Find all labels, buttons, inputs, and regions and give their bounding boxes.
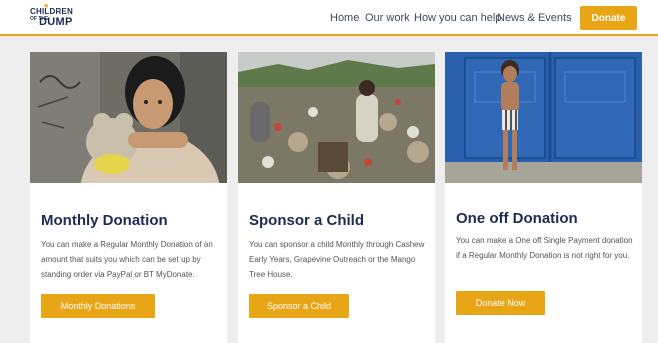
- card-description: You can make a One off Single Payment do…: [456, 236, 633, 260]
- boy-by-blue-door-photo: [445, 52, 642, 183]
- nav-how-you-can-help[interactable]: How you can help: [414, 12, 501, 24]
- nav-news-events[interactable]: News & Events: [497, 12, 572, 24]
- nav-our-work[interactable]: Our work: [365, 12, 410, 24]
- logo-line-1: CHILDREN: [30, 7, 73, 16]
- card-description: You can sponsor a child Monthly through …: [249, 240, 425, 279]
- card-title: One off Donation: [456, 210, 578, 227]
- donate-button[interactable]: Donate: [580, 6, 637, 30]
- card-description: You can make a Regular Monthly Donation …: [41, 240, 213, 279]
- sponsor-a-child-card: Sponsor a Child You can sponsor a child …: [238, 52, 435, 343]
- girl-holding-teddy-bear-photo: [30, 52, 227, 183]
- logo-line-3: DUMP: [39, 16, 73, 28]
- monthly-donation-card: Monthly Donation You can make a Regular …: [30, 52, 227, 343]
- nav-home[interactable]: Home: [330, 12, 359, 24]
- one-off-donation-card: One off Donation You can make a One off …: [445, 52, 642, 343]
- card-title: Monthly Donation: [41, 212, 168, 229]
- children-of-the-dump-logo[interactable]: ★ CHILDREN OF THE DUMP: [30, 3, 80, 31]
- card-title: Sponsor a Child: [249, 212, 365, 229]
- sponsor-a-child-button[interactable]: Sponsor a Child: [249, 294, 349, 318]
- monthly-donations-button[interactable]: Monthly Donations: [41, 294, 155, 318]
- site-header: ★ CHILDREN OF THE DUMP Home Our work How…: [0, 0, 658, 36]
- donate-now-button[interactable]: Donate Now: [456, 291, 545, 315]
- children-at-garbage-dump-photo: [238, 52, 435, 183]
